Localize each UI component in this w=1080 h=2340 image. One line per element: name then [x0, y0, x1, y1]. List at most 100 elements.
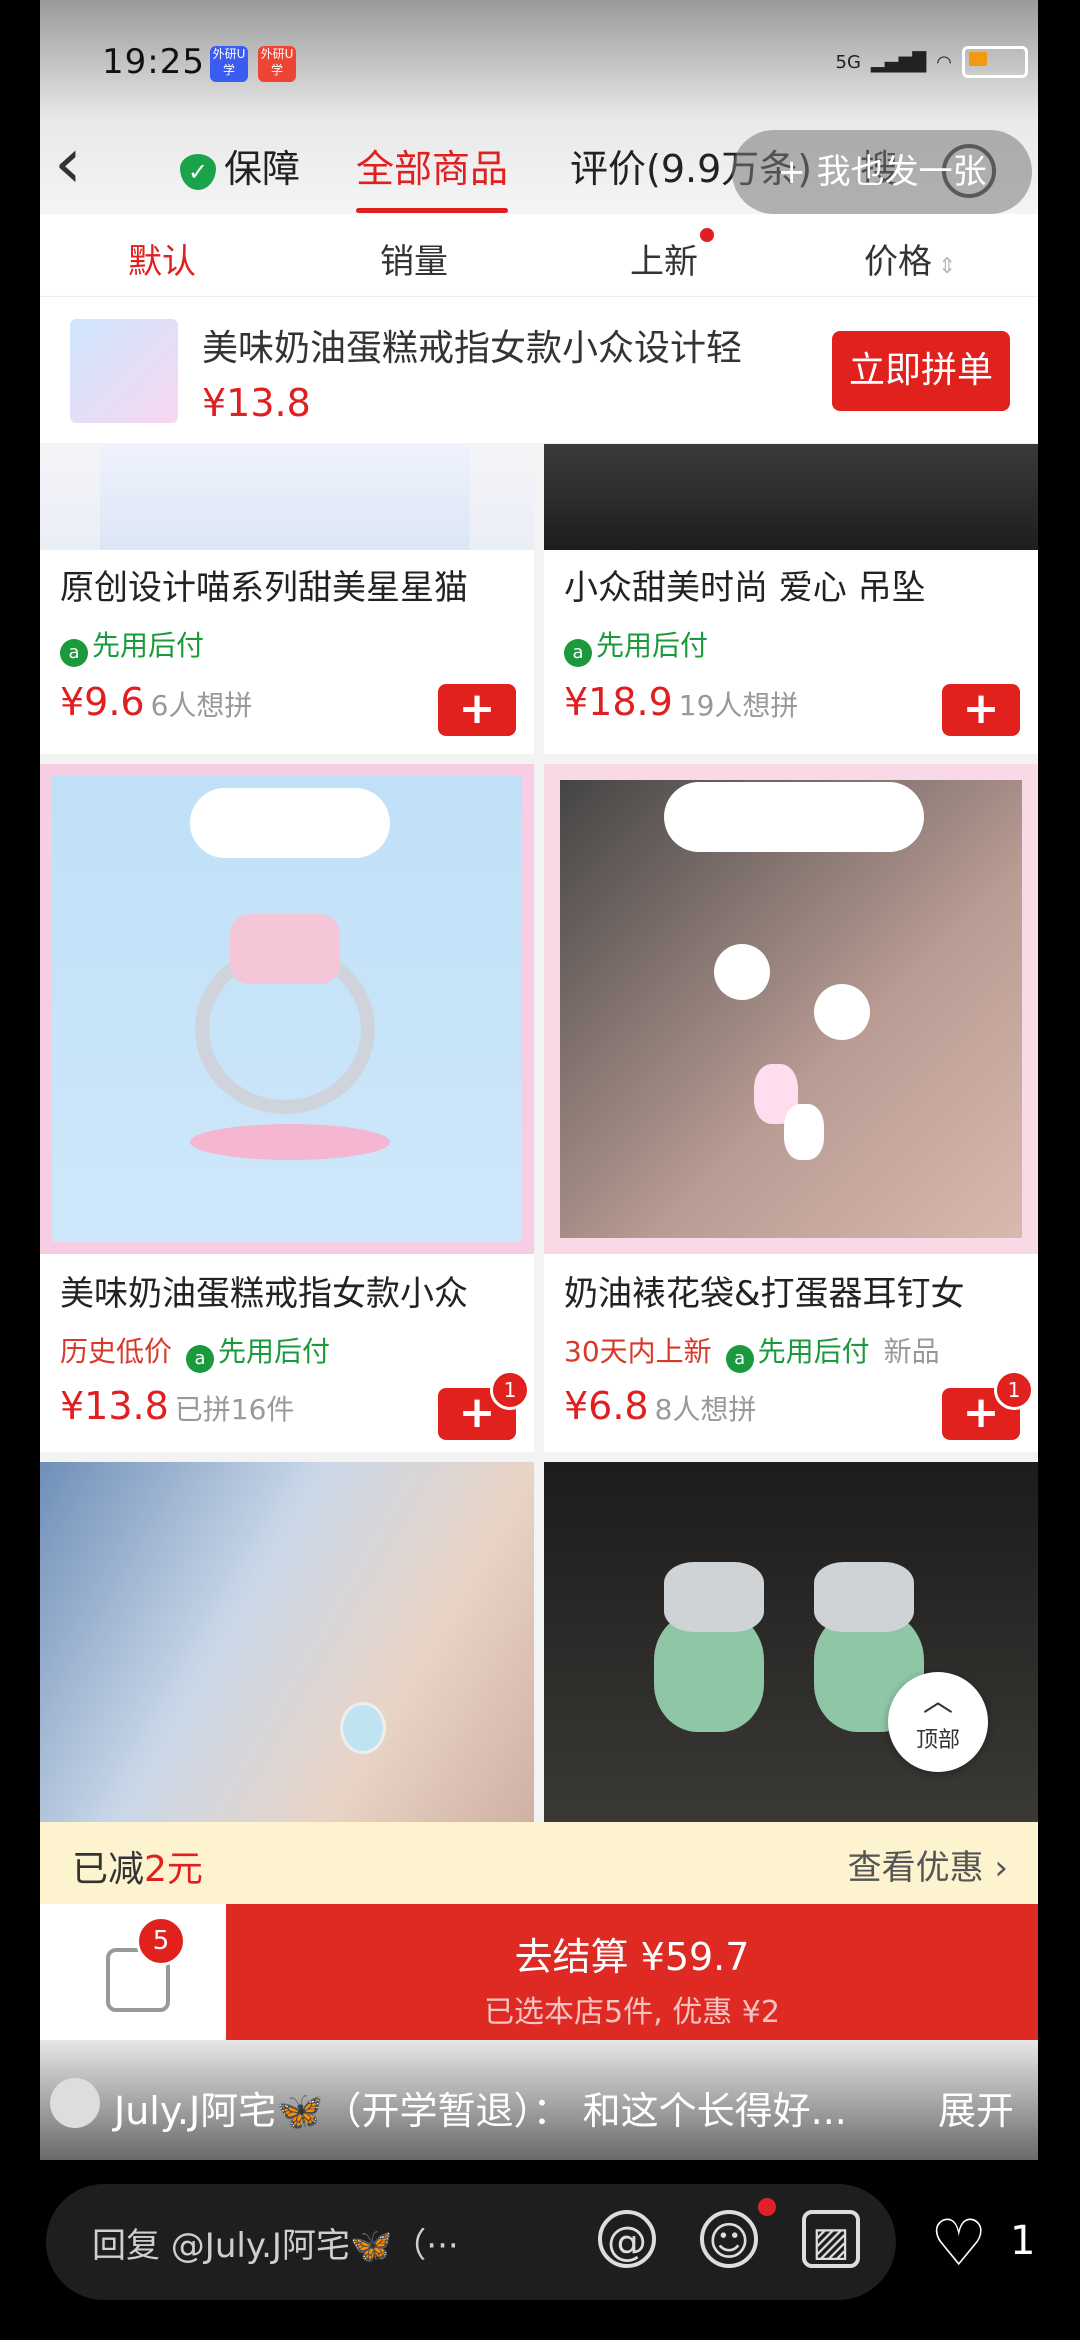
discount-amount: 2元	[144, 1849, 203, 1890]
reply-input[interactable]: 回复 @July.J阿宅🦋（···	[92, 2218, 459, 2267]
chevron-up-icon: ︿	[923, 1684, 953, 1719]
product-card[interactable]: 奶油裱花袋&打蛋器耳钉女 30天内上新 a 先用后付 新品 ¥6.8 8人想拼 + 1	[544, 764, 1038, 1452]
comment-line[interactable]: July.J阿宅🦋（开学暂退）： 和这个长得好... 展开	[40, 2074, 1038, 2144]
notification-icons: 外研U学 外研U学	[210, 46, 296, 82]
pay-later-icon: a	[186, 1345, 215, 1373]
mention-icon[interactable]: @	[598, 2210, 656, 2268]
pay-later-icon: a	[60, 639, 88, 667]
product-image	[40, 444, 534, 550]
new-arrival-tag: 30天内上新	[564, 1335, 712, 1368]
product-sub: 19人想拼	[678, 689, 799, 722]
cart-qty-badge: 1	[994, 1370, 1034, 1410]
checkout-detail: 已选本店5件, 优惠 ¥2	[484, 1995, 780, 2030]
sort-new[interactable]: 上新	[630, 234, 698, 283]
price-row: ¥9.6 6人想拼	[60, 680, 252, 724]
back-icon[interactable]: ‹	[54, 128, 82, 198]
product-image	[40, 1462, 534, 1824]
product-price: ¥18.9	[564, 680, 673, 724]
product-card[interactable]: 美味奶油蛋糕戒指女款小众 历史低价 a 先用后付 ¥13.8 已拼16件 + 1	[40, 764, 534, 1452]
buy-group-button[interactable]: 立即拼单	[832, 331, 1010, 411]
emoji-dot	[758, 2198, 776, 2216]
sort-arrows-icon: ⇕	[938, 254, 957, 279]
banner-price: ¥13.8	[202, 381, 311, 425]
product-tags: a 先用后付	[60, 624, 204, 667]
reply-bar[interactable]: 回复 @July.J阿宅🦋（··· @ ☺ ▨	[46, 2184, 896, 2300]
sort-sales[interactable]: 销量	[380, 234, 448, 283]
product-image	[544, 1462, 1038, 1824]
price-row: ¥18.9 19人想拼	[564, 680, 798, 724]
emoji-icon[interactable]: ☺	[700, 2210, 758, 2268]
comment-body: 和这个长得好...	[582, 2089, 847, 2133]
product-sub: 6人想拼	[150, 689, 253, 722]
product-title: 原创设计喵系列甜美星星猫	[60, 568, 468, 608]
new-dot	[700, 228, 714, 242]
sort-default[interactable]: 默认	[128, 234, 196, 283]
status-bar: 19:25 外研U学 外研U学 5G ▂▄▆█ ◠	[40, 0, 1038, 120]
avatar	[50, 2078, 100, 2128]
expand-link[interactable]: 展开	[938, 2080, 1014, 2135]
pay-later-tag: 先用后付	[92, 629, 205, 662]
product-grid: 原创设计喵系列甜美星星猫 a 先用后付 ¥9.6 6人想拼 + 小众甜美时尚 爱心 …	[40, 444, 1038, 1824]
product-price: ¥13.8	[60, 1384, 169, 1428]
tab-guarantee[interactable]: ✓ 保障	[180, 138, 300, 193]
lowest-price-tag: 历史低价	[60, 1335, 173, 1368]
tab-guarantee-label: 保障	[224, 147, 301, 191]
checkout-total: 去结算 ¥59.7	[514, 1935, 750, 1979]
back-to-top-label: 顶部	[915, 1728, 960, 1753]
app-notification-icon: 外研U学	[210, 46, 248, 82]
add-to-cart-button[interactable]: +	[438, 684, 516, 736]
checkout-button[interactable]: 去结算 ¥59.7 已选本店5件, 优惠 ¥2	[226, 1904, 1038, 2040]
product-image	[40, 764, 534, 1254]
discount-bar[interactable]: 已减2元 查看优惠 ›	[40, 1822, 1038, 1904]
discount-summary: 已减2元	[72, 1840, 203, 1892]
product-card[interactable]	[544, 1462, 1038, 1824]
cart-qty-badge: 1	[490, 1370, 530, 1410]
product-title: 奶油裱花袋&打蛋器耳钉女	[564, 1274, 965, 1314]
back-to-top-button[interactable]: ︿ 顶部	[888, 1672, 988, 1772]
new-product-tag: 新品	[883, 1335, 940, 1368]
pay-later-icon: a	[725, 1345, 754, 1373]
product-card[interactable]: 小众甜美时尚 爱心 吊坠 a 先用后付 ¥18.9 19人想拼 +	[544, 444, 1038, 754]
comment-author: July.J阿宅🦋（开学暂退）：	[114, 2089, 571, 2133]
sort-bar: 默认 销量 上新 价格 ⇕	[40, 214, 1038, 294]
chevron-right-icon: ›	[994, 1848, 1008, 1888]
product-image	[544, 444, 1038, 550]
product-price: ¥9.6	[60, 680, 145, 724]
add-to-cart-button[interactable]: +	[942, 684, 1020, 736]
pay-later-icon: a	[564, 639, 592, 667]
product-card[interactable]	[40, 1462, 534, 1824]
sort-price-label: 价格	[864, 242, 932, 282]
status-time: 19:25	[102, 42, 205, 82]
battery-icon	[962, 46, 1028, 78]
pay-later-tag: 先用后付	[757, 1335, 870, 1368]
bag-count-badge: 5	[136, 1916, 186, 1966]
price-row: ¥6.8 8人想拼	[564, 1384, 756, 1428]
product-image	[544, 764, 1038, 1254]
view-discount-link[interactable]: 查看优惠 ›	[848, 1840, 1008, 1889]
shield-icon: ✓	[180, 153, 216, 190]
like-count: 1	[1010, 2218, 1036, 2264]
sort-price[interactable]: 价格 ⇕	[864, 234, 956, 283]
signal-icon: ▂▄▆█	[870, 51, 927, 73]
product-price: ¥6.8	[564, 1384, 649, 1428]
product-tags: 历史低价 a 先用后付	[60, 1330, 330, 1373]
product-sub: 已拼16件	[174, 1393, 295, 1426]
app-frame: 19:25 外研U学 外研U学 5G ▂▄▆█ ◠ ‹ ✓ 保障 全部商品 评价(…	[40, 0, 1038, 2160]
comment-text: July.J阿宅🦋（开学暂退）： 和这个长得好...	[114, 2080, 847, 2135]
heart-icon[interactable]: ♡	[930, 2212, 987, 2276]
banner-title: 美味奶油蛋糕戒指女款小众设计轻	[202, 328, 743, 369]
product-card[interactable]: 原创设计喵系列甜美星星猫 a 先用后付 ¥9.6 6人想拼 +	[40, 444, 534, 754]
image-icon[interactable]: ▨	[802, 2210, 860, 2268]
post-photo-button[interactable]: + 我也发一张	[732, 130, 1032, 214]
product-title: 美味奶油蛋糕戒指女款小众	[60, 1274, 468, 1314]
view-discount-label: 查看优惠	[847, 1848, 984, 1888]
product-sub: 8人想拼	[654, 1393, 757, 1426]
pay-later-tag: 先用后付	[218, 1335, 331, 1368]
network-label: 5G	[835, 51, 861, 73]
pay-later-tag: 先用后付	[596, 629, 709, 662]
product-banner[interactable]: 美味奶油蛋糕戒指女款小众设计轻 ¥13.8 立即拼单	[40, 296, 1038, 443]
system-icons: 5G ▂▄▆█ ◠	[835, 46, 1028, 78]
tab-all-products[interactable]: 全部商品	[356, 138, 509, 213]
price-row: ¥13.8 已拼16件	[60, 1384, 294, 1428]
wifi-icon: ◠	[936, 51, 952, 73]
